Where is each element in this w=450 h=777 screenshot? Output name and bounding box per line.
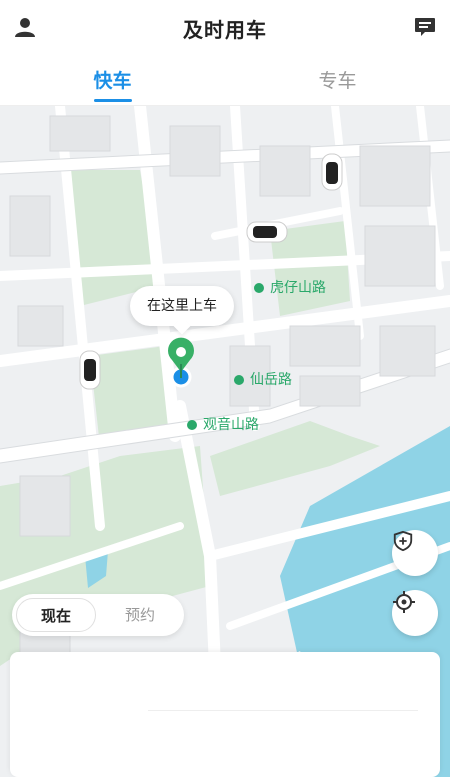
pickup-bubble[interactable]: 在这里上车: [130, 286, 234, 326]
street-label-guanyinshan: 观音山路: [187, 414, 259, 434]
tab-express[interactable]: 快车: [0, 66, 225, 93]
street-dot-icon: [234, 375, 244, 385]
locate-crosshair-icon: [393, 591, 415, 613]
car-marker: [79, 350, 101, 390]
street-dot-icon: [254, 283, 264, 293]
active-tab-indicator: [94, 99, 132, 102]
card-divider: [148, 710, 418, 711]
destination-card[interactable]: [10, 652, 440, 777]
service-tabs: 快车 专车: [0, 56, 450, 106]
street-dot-icon: [187, 420, 197, 430]
street-name: 观音山路: [203, 417, 259, 433]
ride-now-option[interactable]: 现在: [16, 598, 96, 632]
street-name: 虎仔山路: [270, 280, 326, 296]
app-title: 及时用车: [183, 18, 267, 42]
street-label-huzaishan: 虎仔山路: [254, 277, 326, 297]
street-name: 仙岳路: [250, 372, 292, 388]
message-button[interactable]: [410, 12, 440, 42]
safety-button[interactable]: [392, 530, 438, 576]
car-marker: [246, 221, 288, 243]
tab-premium[interactable]: 专车: [225, 66, 450, 93]
car-marker: [321, 153, 343, 191]
shield-plus-icon: [393, 530, 413, 552]
ride-reserve-option[interactable]: 预约: [100, 598, 180, 632]
ride-time-toggle: 现在 预约: [12, 594, 184, 636]
street-label-xianyue: 仙岳路: [234, 369, 292, 389]
locate-button[interactable]: [392, 590, 438, 636]
message-icon: [415, 18, 435, 36]
app-header: 及时用车: [0, 0, 450, 56]
